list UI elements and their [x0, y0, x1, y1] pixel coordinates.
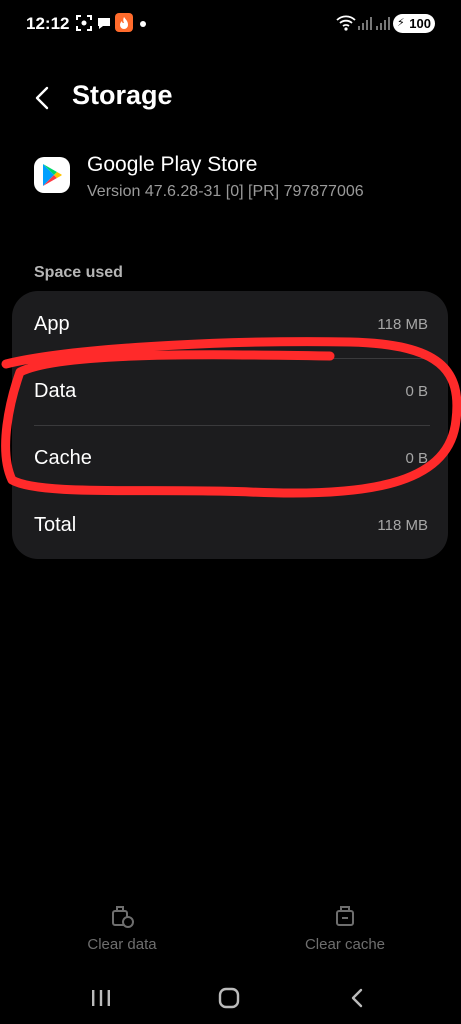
clear-cache-icon: [336, 906, 354, 926]
clear-data-label: Clear data: [87, 936, 157, 953]
row-label: Cache: [34, 447, 92, 469]
clear-cache-label: Clear cache: [304, 936, 386, 953]
google-play-icon: [34, 157, 70, 193]
signal-icon-2: [376, 17, 390, 30]
row-value: 0 B: [405, 383, 428, 400]
battery-level: 100: [409, 16, 431, 31]
dot-icon: [140, 21, 146, 27]
storage-row-app: App 118 MB: [12, 291, 448, 358]
battery-indicator: ⚡ 100: [393, 14, 435, 33]
storage-card: App 118 MB Data 0 B Cache 0 B Total 118 …: [12, 291, 448, 559]
row-value: 118 MB: [377, 517, 428, 534]
status-time: 12:12: [26, 14, 70, 33]
storage-row-cache: Cache 0 B: [12, 425, 448, 492]
signal-icon: [358, 17, 372, 30]
screenshot-icon: [76, 15, 92, 31]
chat-icon: [98, 18, 110, 29]
row-value: 118 MB: [377, 316, 428, 333]
app-version: Version 47.6.28-31 [0] [PR] 797877006: [87, 183, 364, 200]
row-label: App: [34, 313, 70, 335]
app-notification-icon: [115, 13, 133, 32]
storage-row-data: Data 0 B: [12, 358, 448, 425]
charging-icon: ⚡: [397, 17, 405, 29]
system-navigation-bar: [0, 970, 461, 1024]
row-label: Total: [34, 514, 77, 536]
home-icon[interactable]: [214, 984, 244, 1012]
recents-icon[interactable]: [86, 984, 116, 1012]
row-value: 0 B: [405, 450, 428, 467]
app-bar: Storage: [0, 72, 461, 122]
clear-cache-button[interactable]: Clear cache: [270, 902, 420, 962]
wifi-icon: [336, 15, 356, 31]
status-bar: 12:12 ⚡ 100: [0, 0, 461, 48]
row-label: Data: [34, 380, 77, 402]
back-icon[interactable]: [343, 984, 373, 1012]
clear-data-icon: [112, 906, 134, 928]
section-label-space-used: Space used: [34, 264, 123, 281]
storage-row-total: Total 118 MB: [12, 492, 448, 559]
clear-data-button[interactable]: Clear data: [47, 902, 197, 962]
page-title: Storage: [72, 80, 173, 110]
back-arrow-icon[interactable]: [26, 80, 62, 116]
app-name: Google Play Store: [87, 153, 258, 176]
